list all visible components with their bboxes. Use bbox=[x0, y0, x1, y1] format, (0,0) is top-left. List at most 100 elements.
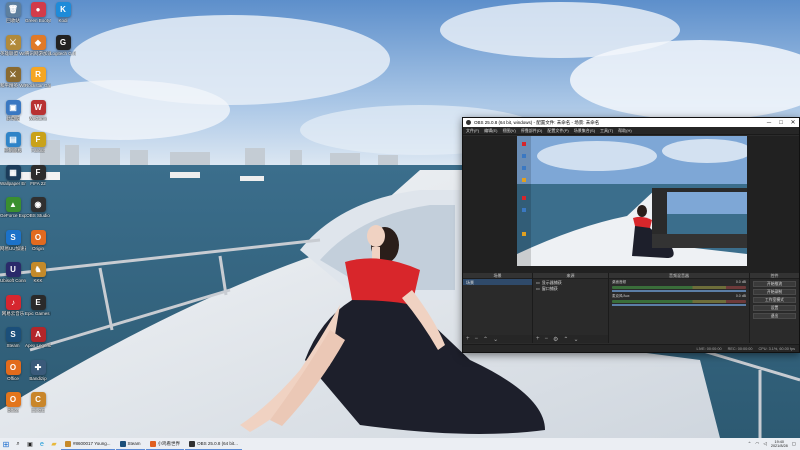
obs-window[interactable]: OBS 25.0.8 (64 bit, windows) - 配置文件: 未命名… bbox=[462, 117, 800, 353]
move-source-up-button[interactable]: ⌃ bbox=[563, 336, 568, 343]
taskbar-app-button[interactable]: #8600017 Young... bbox=[61, 439, 115, 450]
obs-titlebar[interactable]: OBS 25.0.8 (64 bit, windows) - 配置文件: 未命名… bbox=[463, 118, 799, 127]
desktop-icon-label: Origin bbox=[31, 245, 44, 251]
app-icon: O bbox=[30, 229, 46, 245]
desktop-icon[interactable]: ✚ Bandizip bbox=[25, 359, 51, 394]
obs-preview-canvas[interactable] bbox=[517, 136, 747, 266]
scenes-panel: 场景 场景 + − ⌃ ⌄ bbox=[463, 273, 532, 343]
desktop-icon[interactable]: F Fallout bbox=[25, 132, 51, 166]
desktop-icon[interactable]: ▲GeForce Experience bbox=[0, 197, 26, 231]
add-source-button[interactable]: + bbox=[536, 336, 540, 342]
rec-timer: REC: 00:00:00 bbox=[727, 346, 753, 351]
desktop-icon[interactable]: F FIFA 22 bbox=[25, 164, 51, 199]
desktop-icon-label: KKK bbox=[33, 278, 43, 283]
move-scene-down-button[interactable]: ⌄ bbox=[493, 336, 498, 343]
move-source-down-button[interactable]: ⌄ bbox=[573, 336, 578, 343]
start-recording-button[interactable]: 开始录制 bbox=[753, 289, 796, 295]
app-icon: 🗑 bbox=[5, 2, 21, 17]
desktop-icon[interactable]: O Origin bbox=[25, 229, 51, 264]
minimize-button[interactable]: ─ bbox=[763, 120, 775, 126]
app-icon: ◆ bbox=[30, 34, 46, 50]
desktop-icon[interactable]: O Office bbox=[0, 392, 26, 426]
desktop-icon[interactable]: GLogitech G HUB bbox=[50, 34, 76, 69]
mixer-channel: 桌面音频 0.0 dB bbox=[609, 279, 749, 293]
source-settings-gear-icon[interactable]: ⚙ bbox=[553, 336, 558, 343]
menu-tools[interactable]: 工具(T) bbox=[600, 128, 613, 134]
desktop-icon[interactable]: W WeGame bbox=[25, 99, 51, 134]
volume-slider[interactable] bbox=[612, 304, 746, 306]
clock[interactable]: 19:40 2021/8/28 bbox=[771, 440, 788, 448]
remove-scene-button[interactable]: − bbox=[475, 336, 479, 342]
desktop-icon[interactable]: ♞ KKK bbox=[25, 262, 51, 296]
desktop-icon-label: 腾讯网游加速器 bbox=[25, 50, 51, 56]
settings-button[interactable]: 设置 bbox=[753, 305, 796, 311]
obs-window-title: OBS 25.0.8 (64 bit, windows) - 配置文件: 未命名… bbox=[474, 119, 600, 125]
desktop-icon[interactable]: ◆腾讯网游加速器 bbox=[25, 34, 51, 69]
live-timer: LIVE: 00:00:00 bbox=[696, 346, 722, 351]
menu-help[interactable]: 帮助(H) bbox=[618, 128, 632, 134]
desktop-icon[interactable]: K Kodi bbox=[50, 2, 76, 36]
exit-button[interactable]: 退出 bbox=[753, 313, 796, 319]
menu-docks[interactable]: 停靠部件(D) bbox=[521, 128, 543, 134]
desktop-icon[interactable]: 🗑 回收站 bbox=[0, 2, 26, 36]
volume-icon[interactable]: ◁ bbox=[763, 441, 766, 447]
volume-slider[interactable] bbox=[612, 290, 746, 292]
preview-desktop-capture bbox=[517, 136, 747, 266]
taskbar-app-button[interactable]: OBS 25.0.8 (64 bit... bbox=[185, 439, 242, 450]
desktop-icon[interactable]: C CS:GO bbox=[25, 392, 51, 426]
app-icon: ● bbox=[30, 2, 46, 17]
obs-dock-panels: 场景 场景 + − ⌃ ⌄ 来源 ▭ 显示器捕获 ▭ 窗口捕获 + − ⚙ ⌃ … bbox=[463, 273, 799, 343]
search-icon[interactable]: ⌕ bbox=[12, 438, 24, 450]
desktop-icon[interactable]: ◉ OBS Studio bbox=[25, 197, 51, 231]
desktop-icon[interactable]: A Apex Legends bbox=[25, 327, 51, 361]
desktop-icon[interactable]: ▦Wallpaper Engine bbox=[0, 164, 26, 199]
desktop-icon[interactable]: RRockstar Games Launcher bbox=[25, 67, 51, 101]
network-icon[interactable]: ◠ bbox=[755, 441, 759, 447]
desktop-icon[interactable]: ♪ 网易云音乐 bbox=[0, 294, 26, 329]
menu-view[interactable]: 视图(V) bbox=[502, 128, 515, 134]
desktop-icon-label: 和平精英 WeGame版 bbox=[0, 83, 26, 88]
app-icon: ✚ bbox=[30, 359, 46, 375]
file-explorer-icon[interactable]: ▰ bbox=[48, 438, 60, 450]
app-icon: ⚔ bbox=[5, 67, 21, 82]
task-view-icon[interactable]: ▣ bbox=[24, 438, 36, 450]
edge-browser-icon[interactable]: e bbox=[36, 438, 48, 450]
clock-date: 2021/8/28 bbox=[770, 444, 788, 448]
scene-item[interactable]: 场景 bbox=[463, 279, 532, 285]
app-icon: F bbox=[30, 132, 46, 147]
start-streaming-button[interactable]: 开始推流 bbox=[753, 281, 796, 287]
add-scene-button[interactable]: + bbox=[466, 336, 470, 342]
desktop-icon-label: Kodi bbox=[58, 18, 68, 23]
desktop-icon[interactable]: ▤ 控制面板 bbox=[0, 132, 26, 166]
desktop-icon[interactable]: ▣ 此电脑 bbox=[0, 99, 26, 134]
menu-file[interactable]: 文件(F) bbox=[466, 128, 479, 134]
app-icon bbox=[65, 440, 71, 447]
menu-profile[interactable]: 配置文件(P) bbox=[547, 128, 568, 134]
notification-icon[interactable]: ▢ bbox=[792, 441, 796, 447]
desktop-icon[interactable]: UUbisoft Connect bbox=[0, 262, 26, 296]
desktop-icon[interactable]: S网易UU加速器 bbox=[0, 229, 26, 264]
source-item[interactable]: ▭ 窗口捕获 bbox=[533, 285, 608, 291]
desktop-icon[interactable]: EEpic Games Launcher bbox=[25, 294, 51, 329]
desktop-icon-label: 网易云音乐 bbox=[1, 310, 25, 316]
taskbar: ⊞ ⌕ ▣ e ▰ #8600017 Young... Steam 小鸡看世界 OBS… bbox=[0, 438, 800, 450]
desktop-icon[interactable]: O Office bbox=[0, 359, 26, 394]
close-button[interactable]: ✕ bbox=[787, 119, 799, 126]
menu-scene-collection[interactable]: 场景集合(S) bbox=[574, 128, 595, 134]
taskbar-app-button[interactable]: 小鸡看世界 bbox=[145, 439, 185, 450]
desktop-icon[interactable]: ⚔英雄联盟 WeGame版 bbox=[0, 34, 26, 69]
remove-source-button[interactable]: − bbox=[545, 336, 549, 342]
obs-logo-icon bbox=[466, 120, 471, 125]
desktop-icon[interactable]: ●Green BootyHunter bbox=[25, 2, 51, 36]
desktop-icon[interactable]: ⚔和平精英 WeGame版 bbox=[0, 67, 26, 101]
taskbar-app-button[interactable]: Steam bbox=[115, 439, 145, 450]
maximize-button[interactable]: □ bbox=[775, 120, 787, 126]
cpu-fps-readout: CPU: 3.1%, 60.00 fps bbox=[758, 346, 795, 351]
menu-edit[interactable]: 编辑(E) bbox=[484, 128, 497, 134]
desktop-icon[interactable]: S Steam bbox=[0, 327, 26, 361]
windows-start-icon[interactable]: ⊞ bbox=[0, 438, 12, 450]
studio-mode-button[interactable]: 工作室模式 bbox=[753, 297, 796, 303]
tray-chevron-icon[interactable]: ⌃ bbox=[748, 441, 752, 447]
move-scene-up-button[interactable]: ⌃ bbox=[483, 336, 488, 343]
desktop-icon-label: FIFA 22 bbox=[30, 180, 46, 186]
